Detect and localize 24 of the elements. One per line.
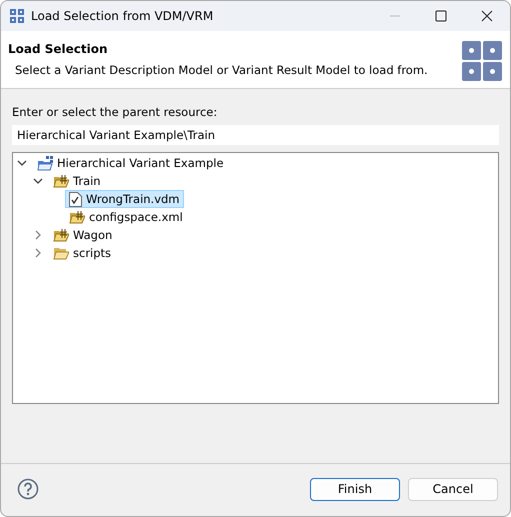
project-folder-icon <box>37 156 53 170</box>
checked-document-icon <box>69 192 82 206</box>
tree-item[interactable]: WrongTrain.vdm <box>65 190 184 208</box>
banner-icon <box>462 41 502 81</box>
tree-item[interactable]: Wagon <box>49 226 116 244</box>
tree-item[interactable]: scripts <box>49 244 116 262</box>
app-icon <box>10 9 24 23</box>
package-folder-icon <box>53 228 69 242</box>
close-icon[interactable] <box>481 10 493 22</box>
tree-item[interactable]: configspace.xml <box>65 208 187 226</box>
finish-button[interactable]: Finish <box>310 478 400 500</box>
package-folder-icon <box>69 210 85 224</box>
maximize-icon[interactable] <box>435 10 447 22</box>
package-folder-icon <box>53 174 69 188</box>
resource-field[interactable]: Hierarchical Variant Example\Train <box>12 125 499 145</box>
window-title: Load Selection from VDM/VRM <box>31 9 214 23</box>
field-label: Enter or select the parent resource: <box>12 105 218 119</box>
tree-item[interactable]: Hierarchical Variant Example <box>33 154 228 172</box>
help-icon[interactable] <box>17 478 39 500</box>
tree-item[interactable]: Train <box>49 172 105 190</box>
cancel-button[interactable]: Cancel <box>408 478 498 500</box>
page-description: Select a Variant Description Model or Variant Result Model to load from. <box>15 63 429 77</box>
page-title: Load Selection <box>8 42 109 56</box>
folder-icon <box>53 246 69 260</box>
